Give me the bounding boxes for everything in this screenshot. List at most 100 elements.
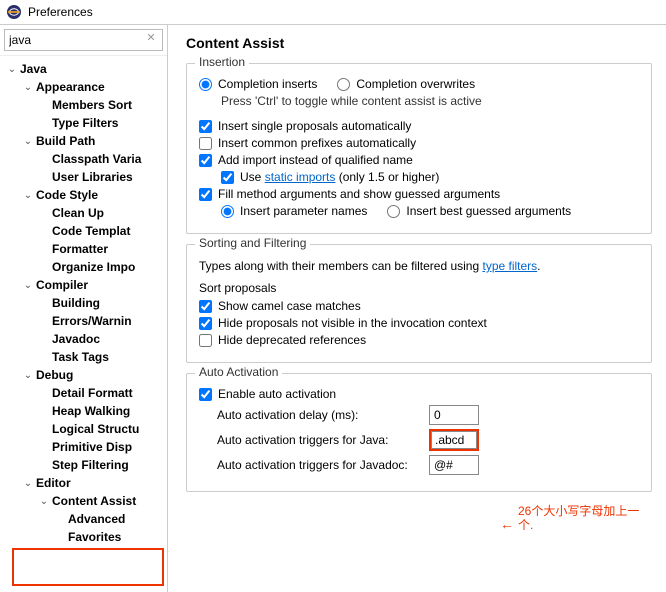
java-triggers-highlight <box>429 429 479 451</box>
tree-item-label: Code Templat <box>50 224 130 238</box>
tree-item[interactable]: ⌄Build Path <box>0 132 167 150</box>
hide-not-visible-checkbox[interactable] <box>199 317 212 330</box>
content-area: Content Assist Insertion Completion inse… <box>168 25 666 592</box>
text: . <box>537 259 540 273</box>
javadoc-triggers-input[interactable] <box>429 455 479 475</box>
tree-item[interactable]: Type Filters <box>0 114 167 132</box>
tree-item-label: Building <box>50 296 100 310</box>
sorting-group: Sorting and Filtering Types along with t… <box>186 244 652 363</box>
tree-item-label: Primitive Disp <box>50 440 132 454</box>
type-filters-link[interactable]: type filters <box>482 259 537 273</box>
tree-item[interactable]: Formatter <box>0 240 167 258</box>
chevron-down-icon[interactable]: ⌄ <box>22 280 34 291</box>
eclipse-icon <box>6 4 22 20</box>
tree-item[interactable]: ⌄Java <box>0 60 167 78</box>
clear-search-icon[interactable]: ✕ <box>145 32 157 44</box>
tree-item-label: Build Path <box>34 134 95 148</box>
tree-item[interactable]: ⌄Compiler <box>0 276 167 294</box>
sidebar: ✕ ⌄Java⌄AppearanceMembers SortType Filte… <box>0 25 168 592</box>
tree-item-label: Members Sort <box>50 98 132 112</box>
tree-item[interactable]: Primitive Disp <box>0 438 167 456</box>
static-imports-link[interactable]: static imports <box>265 170 336 184</box>
page-title: Content Assist <box>186 35 652 51</box>
text: Use <box>240 170 265 184</box>
search-input[interactable] <box>4 29 163 51</box>
chevron-down-icon[interactable]: ⌄ <box>22 190 34 201</box>
tree-item[interactable]: ⌄Appearance <box>0 78 167 96</box>
use-static-imports-checkbox[interactable] <box>221 171 234 184</box>
chevron-down-icon[interactable]: ⌄ <box>6 64 18 75</box>
tree-item-label: Formatter <box>50 242 108 256</box>
chevron-down-icon[interactable]: ⌄ <box>22 478 34 489</box>
chevron-down-icon[interactable]: ⌄ <box>38 496 50 507</box>
text: (only 1.5 or higher) <box>335 170 439 184</box>
chevron-down-icon[interactable]: ⌄ <box>22 370 34 381</box>
tree-item[interactable]: Errors/Warnin <box>0 312 167 330</box>
tree-item-label: User Libraries <box>50 170 133 184</box>
tree-item-label: Logical Structu <box>50 422 139 436</box>
delay-label: Auto activation delay (ms): <box>199 408 429 422</box>
tree-item[interactable]: Logical Structu <box>0 420 167 438</box>
checkbox-label: Use static imports (only 1.5 or higher) <box>240 170 439 184</box>
radio-label: Insert parameter names <box>240 204 367 218</box>
tree-item[interactable]: ⌄Debug <box>0 366 167 384</box>
enable-auto-activation-checkbox[interactable] <box>199 388 212 401</box>
tree-item-label: Detail Formatt <box>50 386 133 400</box>
radio-label: Insert best guessed arguments <box>406 204 571 218</box>
tree-item[interactable]: Task Tags <box>0 348 167 366</box>
checkbox-label: Insert common prefixes automatically <box>218 136 416 150</box>
tree-item[interactable]: Building <box>0 294 167 312</box>
tree-item-label: Compiler <box>34 278 88 292</box>
java-triggers-input[interactable] <box>431 431 477 449</box>
text: Types along with their members can be fi… <box>199 259 482 273</box>
tree-item[interactable]: Step Filtering <box>0 456 167 474</box>
window-title: Preferences <box>28 5 93 19</box>
tree-item[interactable]: Clean Up <box>0 204 167 222</box>
tree-item[interactable]: User Libraries <box>0 168 167 186</box>
tree-item[interactable]: Heap Walking <box>0 402 167 420</box>
checkbox-label: Add import instead of qualified name <box>218 153 413 167</box>
tree-item-label: Javadoc <box>50 332 100 346</box>
tree-item-label: Content Assist <box>50 494 136 508</box>
checkbox-label: Enable auto activation <box>218 387 336 401</box>
insert-prefixes-checkbox[interactable] <box>199 137 212 150</box>
checkbox-label: Fill method arguments and show guessed a… <box>218 187 500 201</box>
fill-args-checkbox[interactable] <box>199 188 212 201</box>
insert-best-radio[interactable] <box>387 205 400 218</box>
group-title: Insertion <box>195 55 249 69</box>
tree-item[interactable]: ⌄Editor <box>0 474 167 492</box>
add-import-checkbox[interactable] <box>199 154 212 167</box>
tree-item[interactable]: Classpath Varia <box>0 150 167 168</box>
completion-inserts-radio[interactable] <box>199 78 212 91</box>
insert-single-checkbox[interactable] <box>199 120 212 133</box>
checkbox-label: Insert single proposals automatically <box>218 119 411 133</box>
chevron-down-icon[interactable]: ⌄ <box>22 136 34 147</box>
tree-item[interactable]: ⌄Code Style <box>0 186 167 204</box>
tree-item[interactable]: Advanced <box>0 510 167 528</box>
tree-item-label: Java <box>18 62 47 76</box>
tree-item[interactable]: Javadoc <box>0 330 167 348</box>
tree-item[interactable]: Members Sort <box>0 96 167 114</box>
tree-item-label: Type Filters <box>50 116 118 130</box>
insertion-group: Insertion Completion inserts Completion … <box>186 63 652 234</box>
tree-item[interactable]: Code Templat <box>0 222 167 240</box>
checkbox-label: Show camel case matches <box>218 299 361 313</box>
delay-input[interactable] <box>429 405 479 425</box>
tree-item-label: Advanced <box>66 512 125 526</box>
radio-label: Completion overwrites <box>356 77 475 91</box>
tree-item-label: Classpath Varia <box>50 152 141 166</box>
tree-item[interactable]: Favorites <box>0 528 167 546</box>
tree-item-label: Debug <box>34 368 73 382</box>
tree-item[interactable]: Organize Impo <box>0 258 167 276</box>
tree-item-label: Organize Impo <box>50 260 135 274</box>
completion-overwrites-radio[interactable] <box>337 78 350 91</box>
hide-deprecated-checkbox[interactable] <box>199 334 212 347</box>
tree-item-label: Appearance <box>34 80 105 94</box>
tree-item-label: Code Style <box>34 188 98 202</box>
insert-param-radio[interactable] <box>221 205 234 218</box>
tree-item[interactable]: Detail Formatt <box>0 384 167 402</box>
titlebar: Preferences <box>0 0 666 25</box>
chevron-down-icon[interactable]: ⌄ <box>22 82 34 93</box>
tree-item[interactable]: ⌄Content Assist <box>0 492 167 510</box>
camel-case-checkbox[interactable] <box>199 300 212 313</box>
